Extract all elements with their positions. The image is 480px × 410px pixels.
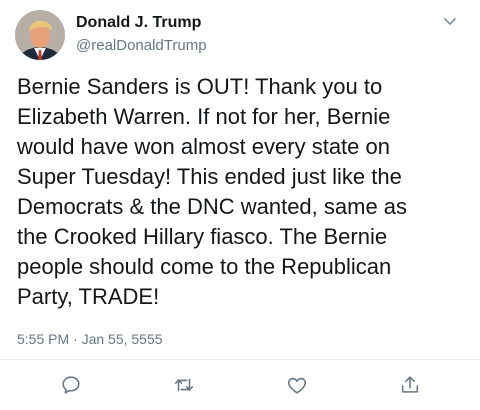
avatar[interactable] [15,10,65,60]
tweet-card: Donald J. Trump @realDonaldTrump Bernie … [0,0,480,410]
retweet-button[interactable] [171,372,197,398]
chevron-down-icon[interactable] [440,14,460,30]
reply-icon [62,376,80,394]
author-handle[interactable]: @realDonaldTrump [76,37,207,54]
heart-icon [287,377,307,394]
like-button[interactable] [284,372,310,398]
share-icon [401,376,419,393]
retweet-icon [174,378,194,392]
share-button[interactable] [397,372,423,398]
reply-button[interactable] [58,372,84,398]
tweet-text: Bernie Sanders is OUT! Thank you to Eliz… [17,74,408,309]
author-display-name[interactable]: Donald J. Trump [76,14,201,32]
divider [0,359,480,360]
tweet-timestamp[interactable]: 5:55 PM · Jan 55, 5555 [17,331,163,347]
